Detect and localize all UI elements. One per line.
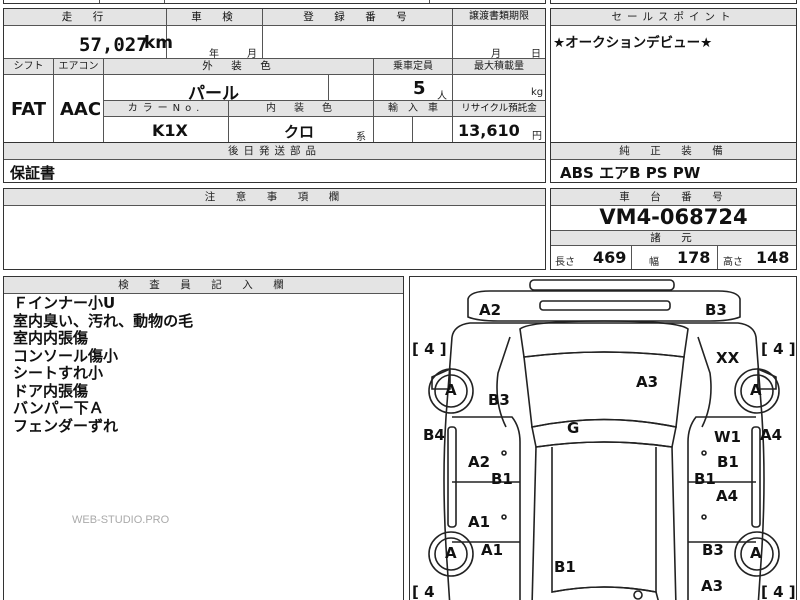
tyre-grade-rear-right: A <box>750 544 762 562</box>
delivery-label: 後日発送部品 <box>4 143 545 160</box>
registration-value <box>263 26 453 59</box>
chassis-box: 車 台 番 号 VM4-068724 諸 元 長さ 469 幅 178 高さ 1… <box>550 188 797 270</box>
inspector-note: コンソール傷小 <box>13 346 119 365</box>
chassis-value: VM4-068724 <box>599 205 748 229</box>
ac-label: エアコン <box>54 59 104 75</box>
mileage-value: 57,027 <box>79 34 148 56</box>
caution-box: 注 意 事 項 欄 <box>3 188 546 270</box>
top-strip <box>3 0 546 4</box>
color-no-value: K1X <box>152 121 188 140</box>
capacity-value: 5 <box>413 78 426 99</box>
delivery-box: 後日発送部品 保証書 <box>3 142 546 183</box>
inspector-label: 検 査 員 記 入 欄 <box>4 277 403 294</box>
damage-code: B1 <box>554 558 576 576</box>
delivery-text: 保証書 <box>10 164 56 182</box>
height-value: 148 <box>756 248 790 267</box>
damage-code: A2 <box>479 301 502 319</box>
int-color-value: クロ <box>284 123 315 141</box>
shift-value: FAT <box>11 99 47 120</box>
damage-code: A4 <box>760 426 783 444</box>
transfer-month: 月 <box>491 49 501 60</box>
damage-code: G <box>567 419 580 437</box>
sales-point-box: セールスポイント ★オークションデビュー★ <box>550 8 797 143</box>
mileage-label: 走 行 <box>4 9 167 26</box>
damage-code: A3 <box>701 577 724 595</box>
ac-value: AAC <box>60 99 102 120</box>
tread-depth-rear-right: [ 4 ] <box>761 583 796 600</box>
top-strip-right <box>550 0 797 4</box>
recycle-label: リサイクル預託金 <box>453 101 545 117</box>
caution-label: 注 意 事 項 欄 <box>4 189 545 206</box>
width-label: 幅 <box>649 257 659 268</box>
max-load-label: 最大積載量 <box>453 59 545 75</box>
tread-depth-front-right: [ 4 ] <box>761 340 796 358</box>
width-value: 178 <box>677 248 711 267</box>
recycle-unit: 円 <box>532 131 542 142</box>
damage-code: B3 <box>488 391 510 409</box>
chassis-label: 車 台 番 号 <box>551 189 796 206</box>
damage-code: A1 <box>468 513 491 531</box>
length-label: 長さ <box>555 257 575 268</box>
transfer-label: 譲渡書類期限 <box>453 9 545 26</box>
inspector-note: バンパー下Ａ <box>13 399 104 417</box>
capacity-unit: 人 <box>437 91 447 102</box>
tyre-grade-front-left: A <box>445 381 457 399</box>
equipment-box: 純 正 装 備 ABS エアB PS PW <box>550 142 797 183</box>
inspection-month: 月 <box>247 49 257 60</box>
dimensions-label: 諸 元 <box>551 230 796 246</box>
inspection-label: 車 検 <box>167 9 263 26</box>
tread-depth-rear-left: [ 4 <box>412 583 435 600</box>
inspector-note: シートすれ小 <box>13 364 104 382</box>
damage-code: B3 <box>702 541 724 559</box>
sales-point-text: ★オークションデビュー★ <box>553 35 713 51</box>
damage-code: A2 <box>468 453 491 471</box>
inspection-year: 年 <box>209 49 219 60</box>
damage-code: B1 <box>717 453 739 471</box>
sales-point-label: セールスポイント <box>551 9 796 26</box>
length-value: 469 <box>593 248 627 267</box>
height-label: 高さ <box>723 257 743 268</box>
inspector-note: ドア内張傷 <box>13 381 89 400</box>
inspector-note: Ｆインナー小U <box>13 294 116 312</box>
color-no-label: カラーNo. <box>104 101 229 117</box>
damage-code: W1 <box>714 428 741 446</box>
int-color-suffix: 系 <box>356 132 366 143</box>
main-spec-table: 走 行 車 検 登 録 番 号 譲渡書類期限 57,027 km 年 月 月 日… <box>3 8 546 143</box>
damage-code: A3 <box>636 373 659 391</box>
recycle-value: 13,610 <box>458 121 520 140</box>
int-color-label: 内 装 色 <box>229 101 374 117</box>
tyre-grade-rear-left: A <box>445 544 457 562</box>
damage-code: A4 <box>716 487 739 505</box>
inspector-note: フェンダーずれ <box>13 416 119 435</box>
damage-code: B4 <box>423 426 445 444</box>
damage-code: B1 <box>491 470 513 488</box>
max-load-unit: kg <box>531 87 544 98</box>
damage-code: B1 <box>694 470 716 488</box>
capacity-label: 乗車定員 <box>374 59 453 75</box>
tyre-grade-front-right: A <box>750 381 762 399</box>
import-label: 輸 入 車 <box>374 101 453 117</box>
equipment-text: ABS エアB PS PW <box>560 164 701 182</box>
damage-code: XX <box>716 349 740 367</box>
car-diagram-box: [ 4 ] [ 4 ] [ 4 [ 4 ] A A A A A2 B3 XX A… <box>409 276 797 600</box>
registration-label: 登 録 番 号 <box>263 9 453 26</box>
inspector-note: 室内内張傷 <box>13 329 89 347</box>
tread-depth-front-left: [ 4 ] <box>412 340 447 358</box>
damage-code: A1 <box>481 541 504 559</box>
inspector-note: 室内臭い、汚れ、動物の毛 <box>13 311 194 330</box>
ext-color-label: 外 装 色 <box>104 59 374 75</box>
equipment-label: 純 正 装 備 <box>551 143 796 160</box>
damage-code: B3 <box>705 301 727 319</box>
watermark: WEB-STUDIO.PRO <box>72 514 170 526</box>
shift-label: シフト <box>4 59 54 75</box>
inspector-box: 検 査 員 記 入 欄 Ｆインナー小U 室内臭い、汚れ、動物の毛 室内内張傷 コ… <box>3 276 404 600</box>
transfer-day: 日 <box>531 49 541 60</box>
